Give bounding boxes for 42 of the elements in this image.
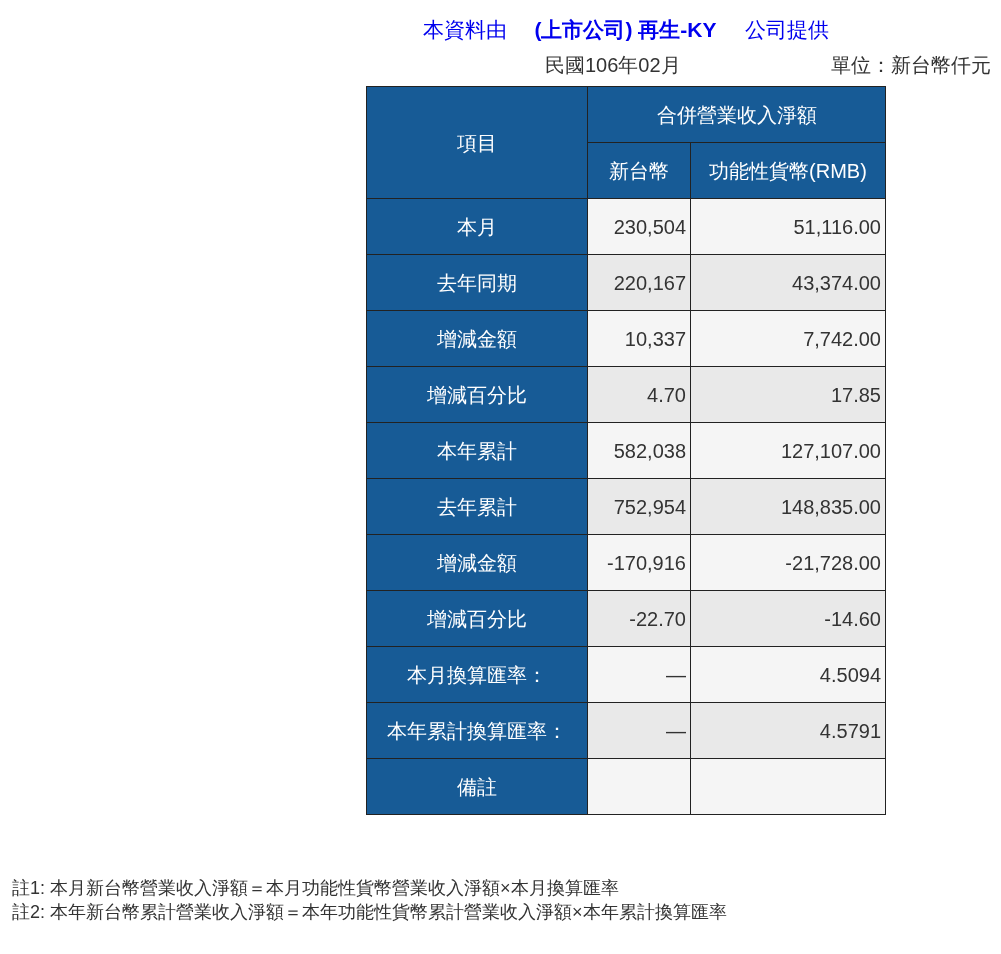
row-header-cell: 本年累計 <box>366 422 588 479</box>
table-cell: 148,835.00 <box>690 478 886 535</box>
period-label: 民國106年02月 <box>545 53 681 78</box>
header-cell: 合併營業收入淨額 <box>587 86 886 143</box>
header-cell: 新台幣 <box>587 142 691 199</box>
row-header-cell: 本年累計換算匯率： <box>366 702 588 759</box>
table-cell: 230,504 <box>587 198 691 255</box>
company-name: (上市公司) 再生-KY <box>534 17 717 43</box>
footnote-text: 註1: 本月新台幣營業收入淨額＝本月功能性貨幣營業收入淨額×本月換算匯率 <box>12 877 620 900</box>
row-header-cell: 增減百分比 <box>366 366 588 423</box>
table-cell: 7,742.00 <box>690 310 886 367</box>
table-cell: 4.70 <box>587 366 691 423</box>
table-cell: 43,374.00 <box>690 254 886 311</box>
unit-label: 單位：新台幣仟元 <box>831 53 991 78</box>
row-header-cell: 本月換算匯率： <box>366 646 588 703</box>
table-cell: 127,107.00 <box>690 422 886 479</box>
title-text: 本資料由 <box>422 17 507 43</box>
table-cell: 752,954 <box>587 478 691 535</box>
header-cell: 功能性貨幣(RMB) <box>690 142 886 199</box>
table-cell: -21,728.00 <box>690 534 886 591</box>
table-cell: 17.85 <box>690 366 886 423</box>
title-text: 公司提供 <box>744 17 829 43</box>
table-cell: — <box>587 646 691 703</box>
row-header-cell: 增減金額 <box>366 310 588 367</box>
table-cell: 4.5094 <box>690 646 886 703</box>
table-cell: -14.60 <box>690 590 886 647</box>
table-cell: 10,337 <box>587 310 691 367</box>
table-cell: -22.70 <box>587 590 691 647</box>
table-cell: -170,916 <box>587 534 691 591</box>
row-header-cell: 增減金額 <box>366 534 588 591</box>
table-cell: 4.5791 <box>690 702 886 759</box>
footnote-text: 註2: 本年新台幣累計營業收入淨額＝本年功能性貨幣累計營業收入淨額×本年累計換算匯率 <box>12 901 727 924</box>
row-header-cell: 去年同期 <box>366 254 588 311</box>
row-header-cell: 本月 <box>366 198 588 255</box>
table-cell: 582,038 <box>587 422 691 479</box>
table-cell: — <box>587 702 691 759</box>
row-header-cell: 備註 <box>366 758 588 815</box>
table-cell: 220,167 <box>587 254 691 311</box>
header-cell: 項目 <box>366 86 588 199</box>
row-header-cell: 增減百分比 <box>366 590 588 647</box>
row-header-cell: 去年累計 <box>366 478 588 535</box>
table-cell: 51,116.00 <box>690 198 886 255</box>
